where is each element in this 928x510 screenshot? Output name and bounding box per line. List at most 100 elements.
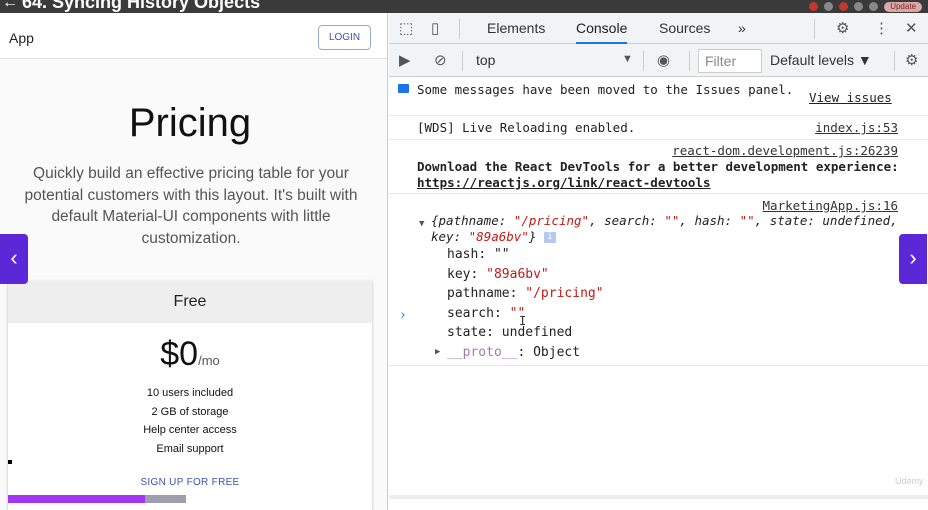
price-period: /mo bbox=[198, 353, 220, 368]
chevron-right-icon: › bbox=[909, 245, 917, 270]
extension-icon[interactable] bbox=[824, 2, 834, 11]
price-amount: $0 bbox=[160, 335, 199, 373]
list-item: Email support bbox=[156, 442, 224, 455]
app-preview-pane: App LOGIN Pricing Quickly build an effec… bbox=[0, 13, 388, 510]
back-arrow-icon[interactable]: ← bbox=[2, 0, 18, 12]
summary-value: "/pricing" bbox=[513, 213, 590, 228]
device-toolbar-icon[interactable]: ▯ bbox=[431, 19, 439, 37]
source-link[interactable]: index.js:53 bbox=[815, 120, 898, 135]
log-levels-dropdown[interactable]: Default levels ▼ bbox=[770, 52, 872, 68]
object-property[interactable]: __proto__: Object bbox=[447, 345, 580, 360]
divider bbox=[643, 51, 644, 71]
property-value: "" bbox=[493, 247, 510, 262]
kebab-menu-icon[interactable]: ⋮ bbox=[874, 19, 889, 37]
signup-button[interactable]: SIGN UP FOR FREE bbox=[8, 477, 372, 488]
chevron-down-icon[interactable]: ▼ bbox=[622, 53, 633, 65]
summary-text: } bbox=[528, 229, 537, 244]
object-summary[interactable]: {pathname: "/pricing", search: "", hash:… bbox=[431, 213, 911, 245]
list-item: 2 GB of storage bbox=[151, 405, 229, 418]
extension-icon[interactable] bbox=[839, 2, 849, 11]
avatar[interactable] bbox=[869, 2, 879, 11]
view-issues-link[interactable]: View issues bbox=[809, 90, 892, 105]
info-badge-icon[interactable]: i bbox=[543, 232, 556, 243]
screen: ← 64. Syncing History Objects Update App… bbox=[0, 0, 928, 510]
message-text: Some messages have been moved to the Iss… bbox=[417, 82, 794, 97]
login-button[interactable]: LOGIN bbox=[318, 25, 371, 50]
context-selector[interactable]: top bbox=[476, 52, 495, 68]
app-bar: App LOGIN bbox=[0, 13, 387, 59]
summary-value: "" bbox=[664, 213, 680, 228]
inspect-element-icon[interactable]: ⬚ bbox=[399, 19, 413, 37]
divider bbox=[689, 51, 690, 71]
console-settings-gear-icon[interactable]: ⚙ bbox=[905, 51, 918, 69]
property-key: hash bbox=[447, 247, 479, 262]
text-cursor: I bbox=[519, 314, 527, 328]
list-item: 10 users included bbox=[146, 387, 234, 399]
app-brand: App bbox=[9, 30, 34, 46]
react-devtools-link[interactable]: https://reactjs.org/link/react-devtools bbox=[417, 175, 711, 190]
object-property: state: undefined bbox=[447, 325, 573, 340]
expand-caret-icon[interactable]: ▶ bbox=[435, 347, 440, 357]
property-key: state bbox=[447, 325, 487, 340]
object-property: search: "" bbox=[447, 306, 526, 321]
summary-value: "" bbox=[739, 213, 755, 228]
tab-elements[interactable]: Elements bbox=[487, 13, 545, 44]
summary-value: "89a6bv" bbox=[468, 229, 529, 244]
expand-caret-icon[interactable]: ▼ bbox=[419, 219, 424, 229]
page-subtitle: Quickly build an effective pricing table… bbox=[24, 165, 358, 247]
object-property: hash: "" bbox=[447, 247, 510, 262]
message-text: [WDS] Live Reloading enabled. bbox=[417, 120, 636, 135]
console-message: react-dom.development.js:26239 Download … bbox=[389, 140, 928, 194]
sidebar-toggle-icon[interactable]: ▶ bbox=[399, 51, 411, 69]
object-property: key: "89a6bv" bbox=[447, 267, 549, 282]
page-title: Pricing bbox=[128, 101, 252, 145]
summary-text: {pathname: bbox=[431, 213, 514, 228]
property-value: "/pricing" bbox=[525, 286, 604, 301]
message-body: Download the React DevTools for a better… bbox=[417, 159, 899, 174]
card-tier-title: Free bbox=[8, 281, 372, 323]
clear-console-icon[interactable]: ⊘ bbox=[434, 51, 447, 69]
video-title-bar: ← 64. Syncing History Objects Update bbox=[0, 0, 928, 13]
filter-input[interactable]: Filter bbox=[698, 49, 762, 73]
close-icon[interactable]: ✕ bbox=[905, 19, 918, 37]
cursor-marker bbox=[8, 460, 12, 464]
puzzle-icon[interactable] bbox=[854, 2, 864, 11]
summary-text: , search: bbox=[589, 213, 665, 228]
card-price: $0/mo bbox=[8, 335, 372, 374]
extension-icon[interactable] bbox=[809, 2, 819, 11]
live-expression-eye-icon[interactable]: ◉ bbox=[657, 51, 670, 69]
bottom-strip bbox=[389, 495, 928, 499]
browser-extension-icons: Update bbox=[809, 0, 922, 13]
watermark: Udemy bbox=[895, 476, 924, 486]
video-progress-bar[interactable] bbox=[8, 495, 186, 503]
devtools-panel: ⬚ ▯ Elements Console Sources » ⚙ ⋮ ✕ ▶ ⊘… bbox=[389, 13, 928, 510]
message-text: Download the React DevTools for a better… bbox=[417, 159, 928, 191]
summary-text: , state: undefi bbox=[754, 213, 868, 228]
object-property: pathname: "/pricing" bbox=[447, 286, 604, 301]
update-badge[interactable]: Update bbox=[884, 1, 922, 12]
property-value: Object bbox=[533, 345, 581, 360]
property-value: "89a6bv" bbox=[486, 267, 549, 282]
console-prompt-icon[interactable]: › bbox=[399, 308, 407, 323]
property-key: pathname bbox=[447, 286, 510, 301]
gear-icon[interactable]: ⚙ bbox=[836, 19, 849, 37]
tab-console[interactable]: Console bbox=[576, 13, 628, 44]
previous-lecture-button[interactable]: ‹ bbox=[0, 234, 28, 284]
divider bbox=[459, 19, 460, 39]
source-link[interactable]: react-dom.development.js:26239 bbox=[672, 143, 898, 158]
property-key: key bbox=[447, 267, 471, 282]
property-value: undefined bbox=[501, 325, 573, 340]
pricing-card: Free $0/mo 10 users included 2 GB of sto… bbox=[8, 281, 372, 510]
summary-text: , hash: bbox=[679, 213, 740, 228]
source-link[interactable]: MarketingApp.js:16 bbox=[763, 198, 898, 213]
next-lecture-button[interactable]: › bbox=[899, 234, 927, 284]
console-output: Some messages have been moved to the Iss… bbox=[389, 78, 928, 366]
feature-list: 10 users included 2 GB of storage Help c… bbox=[8, 384, 372, 458]
console-message: [WDS] Live Reloading enabled. index.js:5… bbox=[389, 116, 928, 140]
property-key: search bbox=[447, 306, 494, 321]
more-tabs-icon[interactable]: » bbox=[738, 13, 746, 44]
tab-sources[interactable]: Sources bbox=[659, 13, 710, 44]
console-message: MarketingApp.js:16 ▼ {pathname: "/pricin… bbox=[389, 194, 928, 366]
console-toolbar: ▶ ⊘ top ▼ ◉ Filter Default levels ▼ ⚙ bbox=[389, 44, 928, 77]
video-title: 64. Syncing History Objects bbox=[22, 0, 261, 12]
